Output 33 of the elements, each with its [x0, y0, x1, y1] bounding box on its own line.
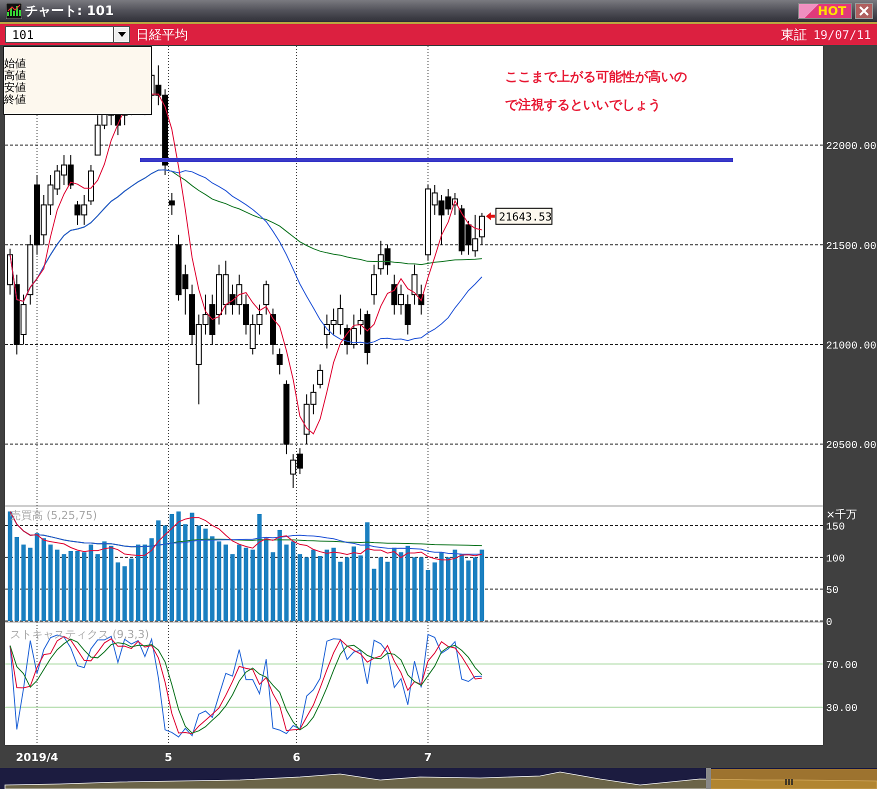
dropdown-button[interactable] [113, 26, 130, 43]
axis-label: 22000.00 [826, 141, 876, 154]
unit-label: ×千万 [826, 508, 858, 521]
close-icon [859, 6, 869, 16]
symbol-field[interactable]: 101 [5, 26, 113, 43]
navigator-drawing[interactable] [0, 768, 877, 789]
axis-label: 0 [826, 617, 832, 629]
close-button[interactable] [855, 3, 873, 19]
window-title: チャート: 101 [25, 3, 115, 20]
axis-label: 6 [292, 751, 300, 764]
last-price-label: 21643.53 [495, 208, 552, 225]
axis-label: 50 [826, 585, 839, 598]
annotation-text: ここまで上がる可能性が高いので注視するといいでしょう [505, 68, 688, 115]
legend-item: 始値 [4, 58, 26, 70]
axis-label: 150 [826, 521, 845, 534]
legend-item: 終値 [4, 94, 26, 106]
axis-label: 21500.00 [826, 240, 876, 253]
exchange-label: 東証 [781, 26, 808, 44]
caret-icon [118, 32, 126, 37]
axis-label: 20500.00 [826, 440, 876, 452]
date-label: 19/07/11 [813, 28, 871, 42]
chart-icon [6, 3, 22, 19]
axis-label: 2019/4 [16, 751, 58, 764]
axis-label: 30.00 [826, 703, 858, 716]
axis-label: 21000.00 [826, 340, 876, 352]
axis-label: 70.00 [826, 660, 858, 672]
symbol-name: 日経平均 [136, 26, 189, 44]
arrow-icon [486, 212, 495, 220]
axis-label: 7 [424, 751, 432, 764]
legend-item: 高値 [4, 70, 26, 82]
axis-label: 100 [826, 553, 845, 566]
axis-label: 5 [164, 751, 172, 764]
legend-item: 安値 [4, 82, 26, 94]
